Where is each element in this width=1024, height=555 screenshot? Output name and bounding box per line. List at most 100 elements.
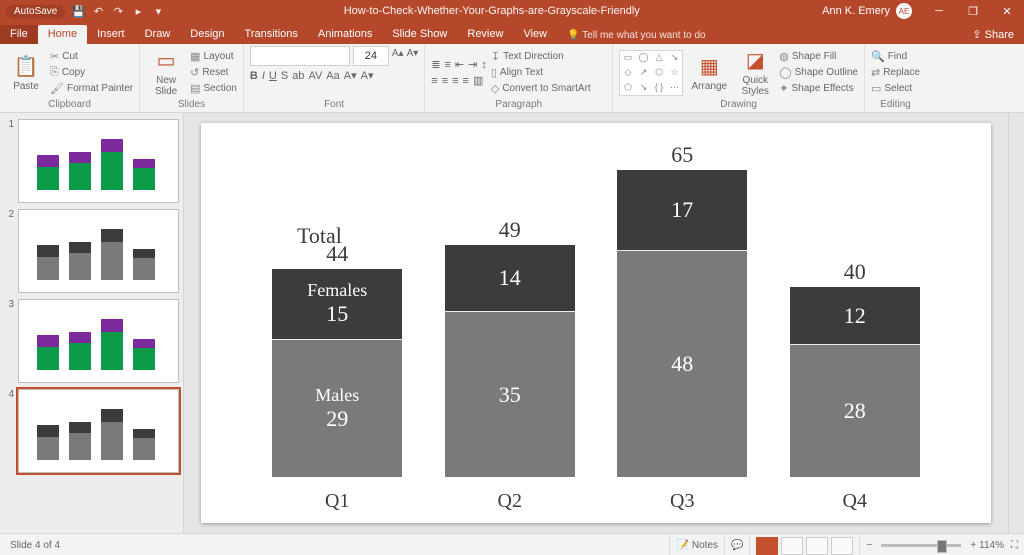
slide-thumb-3[interactable] [18,299,179,383]
males-segment[interactable]: 35 [445,311,575,477]
bar-Q1[interactable]: 44Males29Females15 [272,241,402,477]
bold-button[interactable]: B [250,70,258,82]
slide-thumb-1[interactable] [18,119,179,203]
align-center-button[interactable]: ≡ [442,75,448,87]
males-segment[interactable]: 28 [790,344,920,477]
smartart-button[interactable]: ◇Convert to SmartArt [491,81,591,96]
close-button[interactable]: ✕ [990,0,1024,22]
females-segment[interactable]: 14 [445,245,575,311]
reset-button[interactable]: ↺Reset [190,65,237,80]
font-size-select[interactable]: 24 [353,46,389,66]
slideshow-view-button[interactable] [831,537,853,555]
case-button[interactable]: Aa [326,70,339,82]
save-icon[interactable]: 💾 [71,4,85,18]
females-segment[interactable]: 17 [617,170,747,250]
autosave-toggle[interactable]: AutoSave [6,5,65,18]
vertical-scrollbar[interactable] [1008,113,1024,533]
reading-view-button[interactable] [806,537,828,555]
redo-icon[interactable]: ↷ [111,4,125,18]
fit-to-window-button[interactable]: ⛶ [1011,540,1018,551]
restore-button[interactable]: ❐ [956,0,990,22]
layout-button[interactable]: ▦Layout [190,49,237,64]
bar-Q3[interactable]: 654817 [617,142,747,477]
slide-counter[interactable]: Slide 4 of 4 [0,540,70,551]
males-segment[interactable]: 48 [617,250,747,477]
quick-styles-button[interactable]: ◪Quick Styles [735,49,775,97]
strike-button[interactable]: S [281,70,288,82]
tab-animations[interactable]: Animations [308,25,382,44]
slideshow-icon[interactable]: ▸ [131,4,145,18]
males-segment[interactable]: Males29 [272,339,402,477]
zoom-slider[interactable] [881,544,961,547]
females-segment[interactable]: 12 [790,287,920,344]
underline-button[interactable]: U [269,70,277,82]
indent-dec-button[interactable]: ⇤ [455,58,464,71]
slide-thumb-2[interactable] [18,209,179,293]
grow-font-button[interactable]: A▴ [392,46,404,61]
fill-icon: ◍ [779,50,789,63]
slide-canvas[interactable]: Total 44Males29Females154935146548174028… [201,123,991,523]
tab-insert[interactable]: Insert [87,25,135,44]
normal-view-button[interactable] [756,537,778,555]
tab-transitions[interactable]: Transitions [235,25,308,44]
undo-icon[interactable]: ↶ [91,4,105,18]
align-right-button[interactable]: ≡ [452,75,458,87]
tab-home[interactable]: Home [38,25,87,44]
indent-inc-button[interactable]: ⇥ [468,58,477,71]
font-color-button[interactable]: A▾ [361,69,374,82]
tab-design[interactable]: Design [180,25,234,44]
tab-view[interactable]: View [513,25,557,44]
minimize-button[interactable]: ─ [922,0,956,22]
arrange-button[interactable]: ▦Arrange [687,49,731,97]
group-label: Drawing [619,99,858,111]
tell-me-search[interactable]: 💡 Tell me what you want to do [557,27,715,44]
text-direction-button[interactable]: ↧Text Direction [491,49,591,64]
bullets-button[interactable]: ≣ [431,58,440,71]
find-button[interactable]: 🔍Find [871,49,920,64]
replace-button[interactable]: ⇄Replace [871,65,920,80]
justify-button[interactable]: ≡ [463,75,469,87]
numbering-button[interactable]: ≡ [445,59,451,71]
share-button[interactable]: ⇪ Share [962,25,1024,44]
females-segment[interactable]: Females15 [272,269,402,340]
smartart-icon: ◇ [491,82,499,95]
shape-fill-button[interactable]: ◍Shape Fill [779,49,858,64]
align-left-button[interactable]: ≡ [431,75,437,87]
bar-Q2[interactable]: 493514 [445,217,575,477]
tab-draw[interactable]: Draw [135,25,181,44]
columns-button[interactable]: ▥ [473,74,483,87]
comments-button[interactable]: 💬 [724,534,749,555]
qat-more-icon[interactable]: ▾ [151,4,165,18]
slide-editor[interactable]: Total 44Males29Females154935146548174028… [184,113,1008,533]
account-menu[interactable]: Ann K. Emery AE [812,3,922,19]
paste-button[interactable]: 📋Paste [6,49,46,97]
highlight-button[interactable]: A▾ [344,69,357,82]
shape-effects-button[interactable]: ✦Shape Effects [779,81,858,96]
cut-button[interactable]: ✂Cut [50,49,133,64]
font-family-select[interactable] [250,46,350,66]
notes-button[interactable]: 📝 Notes [669,534,724,555]
tab-file[interactable]: File [0,25,38,44]
zoom-out-button[interactable]: − [866,540,872,551]
shadow-button[interactable]: ab [292,70,304,82]
tab-review[interactable]: Review [457,25,513,44]
align-text-button[interactable]: ▯Align Text [491,65,591,80]
spacing-button[interactable]: AV [308,70,322,82]
section-button[interactable]: ▤Section [190,81,237,96]
sorter-view-button[interactable] [781,537,803,555]
shapes-gallery[interactable]: ▭◯△↘ ◇↗⬡☆ ⬠↘{ }⋯ [619,50,683,96]
shrink-font-button[interactable]: A▾ [407,46,419,61]
slide-thumb-4[interactable] [18,389,179,473]
zoom-in-button[interactable]: + [970,540,976,551]
stacked-bar-chart[interactable]: Total 44Males29Females154935146548174028… [251,133,941,513]
new-slide-button[interactable]: ▭New Slide [146,49,186,97]
zoom-level[interactable]: 114% [979,540,1004,551]
select-button[interactable]: ▭Select [871,81,920,96]
italic-button[interactable]: I [262,70,265,82]
shape-outline-button[interactable]: ◯Shape Outline [779,65,858,80]
copy-button[interactable]: ⎘Copy [50,65,133,80]
format-painter-button[interactable]: 🖌Format Painter [50,81,133,96]
tab-slideshow[interactable]: Slide Show [382,25,457,44]
bar-Q4[interactable]: 402812 [790,259,920,477]
line-spacing-button[interactable]: ↕ [481,59,487,71]
